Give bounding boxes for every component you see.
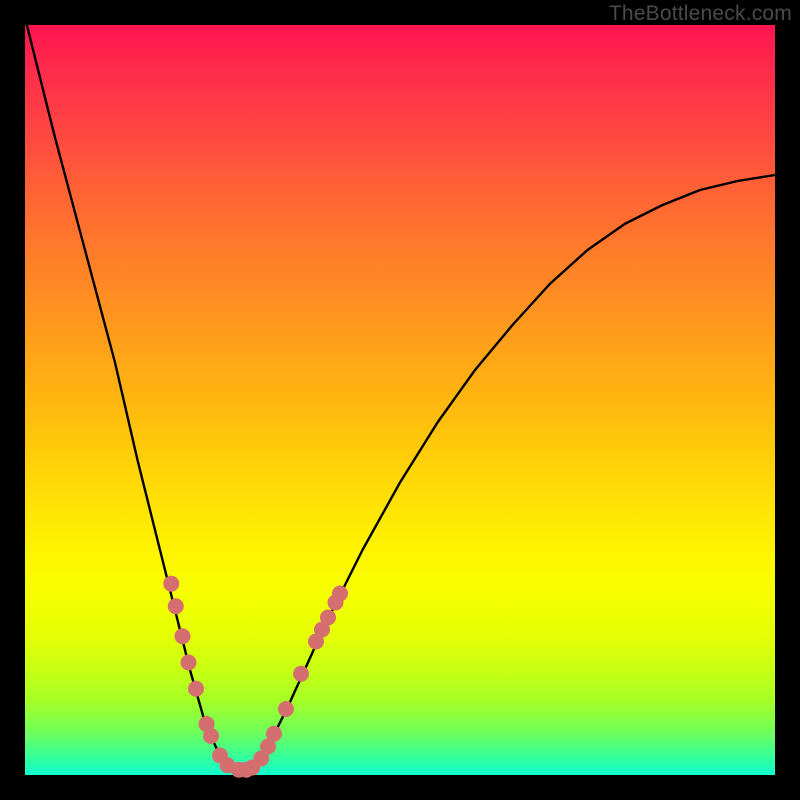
data-marker [293,666,309,682]
curve-path [25,18,775,770]
data-marker [168,598,184,614]
data-marker [175,628,191,644]
plot-area [25,25,775,775]
data-marker [188,681,204,697]
chart-frame: TheBottleneck.com [0,0,800,800]
data-marker [163,576,179,592]
data-marker [181,655,197,671]
data-marker [203,728,219,744]
data-marker [332,586,348,602]
data-marker [278,701,294,717]
data-marker [320,610,336,626]
watermark-text: TheBottleneck.com [609,2,792,26]
data-marker [266,726,282,742]
chart-svg [25,25,775,775]
